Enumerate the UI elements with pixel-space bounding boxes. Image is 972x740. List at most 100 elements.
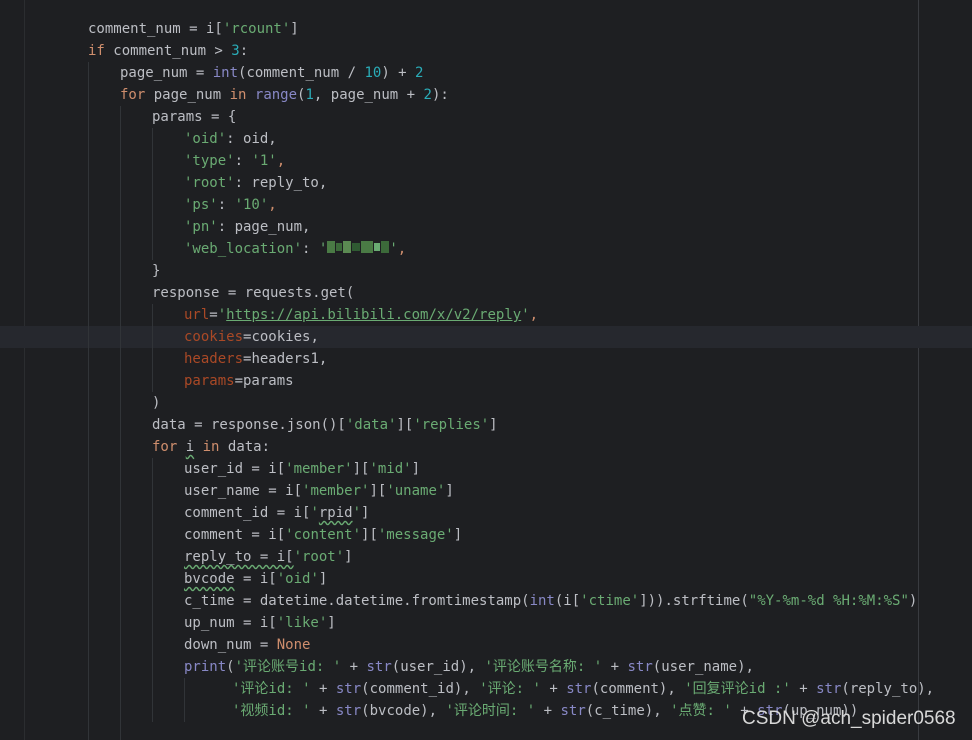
code-line[interactable]: reply_to = i['root'] xyxy=(184,546,353,568)
code-token: '评论id: ' xyxy=(232,681,311,697)
code-token: ][ xyxy=(369,483,387,499)
code-line[interactable]: page_num = int(comment_num / 10) + 2 xyxy=(120,62,423,84)
code-token: comment_id = i[ xyxy=(184,505,311,521)
code-token: '点赞: ' xyxy=(670,703,732,719)
code-token: + xyxy=(540,681,567,697)
editor-gutter xyxy=(0,0,25,740)
code-token: '10' xyxy=(234,197,269,213)
code-token: 10 xyxy=(364,65,382,81)
code-line[interactable]: for i in data: xyxy=(152,436,270,458)
code-token: + xyxy=(310,681,336,697)
redaction-block xyxy=(327,241,336,253)
code-line[interactable]: 'ps': '10', xyxy=(184,194,277,216)
code-line[interactable]: 'type': '1', xyxy=(184,150,285,172)
code-token: params xyxy=(184,373,235,389)
code-token: reply_to = i[ xyxy=(184,549,294,565)
code-line[interactable]: 'root': reply_to, xyxy=(184,172,327,194)
code-token: rpid xyxy=(318,505,353,521)
indent-guide xyxy=(184,678,185,722)
code-token: ][ xyxy=(352,461,370,477)
code-token: , xyxy=(397,241,407,257)
code-token: + xyxy=(790,681,817,697)
code-token: str xyxy=(335,703,362,719)
code-token: 'member' xyxy=(302,483,370,499)
code-token: : xyxy=(239,43,249,59)
code-line[interactable]: print('评论账号id: ' + str(user_id), '评论账号名称… xyxy=(184,656,754,678)
code-token: (reply_to), xyxy=(841,681,935,697)
code-token: range xyxy=(254,87,298,103)
code-token: =headers1, xyxy=(243,351,328,367)
code-token: ])).strftime( xyxy=(639,593,749,609)
code-token: + xyxy=(602,659,628,675)
code-line[interactable]: comment_id = i['rpid'] xyxy=(184,502,369,524)
code-token: ] xyxy=(411,461,421,477)
code-token: 'data' xyxy=(345,417,397,433)
redaction-block xyxy=(343,241,352,253)
code-token: str xyxy=(560,703,586,719)
code-token: '1' xyxy=(251,153,277,169)
code-line[interactable]: user_name = i['member']['uname'] xyxy=(184,480,454,502)
code-token: =params xyxy=(234,373,294,389)
code-token: ] xyxy=(290,21,299,37)
code-token: int xyxy=(212,65,239,81)
code-token: 'rcount' xyxy=(222,21,291,37)
code-token: page_num xyxy=(145,87,230,103)
redaction-block xyxy=(374,243,381,251)
code-line[interactable]: } xyxy=(152,260,160,282)
code-line[interactable]: up_num = i['like'] xyxy=(184,612,336,634)
code-line[interactable]: down_num = None xyxy=(184,634,310,656)
code-token: ): xyxy=(431,87,449,103)
code-token: (user_id), xyxy=(391,659,485,675)
code-token: 'pn' xyxy=(184,219,218,235)
code-token: user_name = i[ xyxy=(184,483,303,499)
code-token: 'uname' xyxy=(386,483,446,499)
code-line[interactable]: ) xyxy=(152,392,160,414)
code-token: 'member' xyxy=(285,461,353,477)
code-token: = i[ xyxy=(234,571,277,587)
code-line[interactable]: data = response.json()['data']['replies'… xyxy=(152,414,498,436)
redaction-block xyxy=(361,241,374,253)
code-token: (i[ xyxy=(554,593,581,609)
code-token: 'root' xyxy=(184,175,235,191)
code-line[interactable]: response = requests.get( xyxy=(152,282,354,304)
code-line[interactable]: params = { xyxy=(152,106,236,128)
code-token: 1 xyxy=(305,87,314,103)
code-line[interactable]: '评论id: ' + str(comment_id), '评论: ' + str… xyxy=(232,678,934,700)
code-token: ] xyxy=(489,417,498,433)
code-token: (user_name), xyxy=(652,659,754,675)
code-token: : page_num, xyxy=(217,219,311,235)
code-line[interactable]: bvcode = i['oid'] xyxy=(184,568,327,590)
code-token: str xyxy=(366,659,392,675)
code-token: ' xyxy=(389,241,398,257)
code-line[interactable]: cookies=cookies, xyxy=(184,326,319,348)
code-token: url xyxy=(184,307,210,323)
code-token: 'replies' xyxy=(413,417,490,433)
code-line[interactable]: 'web_location': ' ', xyxy=(184,238,406,260)
code-token: ] xyxy=(361,505,370,521)
code-line[interactable]: headers=headers1, xyxy=(184,348,327,370)
code-line[interactable]: if comment_num > 3: xyxy=(88,40,248,62)
code-token: ) xyxy=(908,593,918,609)
code-token: '评论: ' xyxy=(479,681,541,697)
code-line[interactable]: params=params xyxy=(184,370,294,392)
code-line[interactable]: c_time = datetime.datetime.fromtimestamp… xyxy=(184,590,917,612)
code-line[interactable]: 'oid': oid, xyxy=(184,128,277,150)
code-token: comment = i[ xyxy=(184,527,286,543)
code-token: str xyxy=(566,681,592,697)
code-token: in xyxy=(202,439,220,455)
code-token: 2 xyxy=(423,87,432,103)
redaction-block xyxy=(336,243,343,251)
code-token: 3 xyxy=(231,43,240,59)
code-token: (c_time), xyxy=(585,703,671,719)
code-token: ][ xyxy=(361,527,378,543)
code-token: str xyxy=(335,681,362,697)
code-line[interactable]: comment_num = i['rcount'] xyxy=(88,18,299,40)
code-token: headers xyxy=(184,351,244,367)
code-line[interactable]: user_id = i['member']['mid'] xyxy=(184,458,420,480)
code-line[interactable]: comment = i['content']['message'] xyxy=(184,524,462,546)
code-line[interactable]: for page_num in range(1, page_num + 2): xyxy=(120,84,449,106)
code-line[interactable]: 'pn': page_num, xyxy=(184,216,310,238)
code-line[interactable]: url='https://api.bilibili.com/x/v2/reply… xyxy=(184,304,538,326)
code-token: ' xyxy=(217,307,227,323)
code-token: ] xyxy=(453,527,463,543)
